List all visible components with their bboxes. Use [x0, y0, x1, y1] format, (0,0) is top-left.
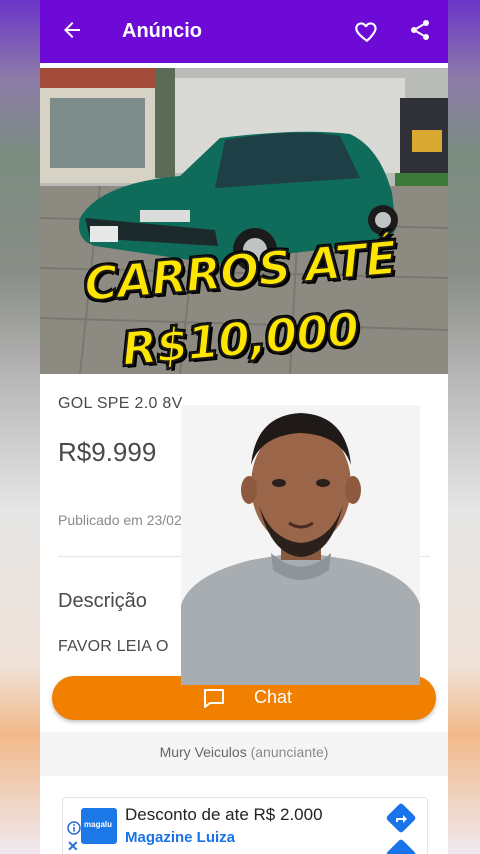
- ad-brand: Magazine Luiza: [125, 829, 236, 846]
- chat-bubble-icon: [204, 689, 224, 708]
- back-arrow-icon[interactable]: [60, 18, 84, 42]
- page-title: Anúncio: [122, 20, 202, 42]
- close-icon[interactable]: ✕: [67, 838, 79, 854]
- description-heading: Descrição: [58, 590, 147, 612]
- info-icon[interactable]: [67, 821, 81, 835]
- ad-headline: Desconto de ate R$ 2.000: [125, 805, 323, 824]
- listing-price: R$9.999: [58, 437, 157, 467]
- directions-icon[interactable]: [385, 802, 417, 834]
- share-icon[interactable]: [408, 18, 432, 42]
- directions-icon: [386, 839, 416, 854]
- listing-title: GOL SPE 2.0 8V: [58, 395, 183, 412]
- heart-icon[interactable]: [354, 18, 380, 44]
- ad-banner[interactable]: ✕ magalu Desconto de ate R$ 2.000 Magazi…: [62, 797, 428, 854]
- seller-info[interactable]: Mury Veiculos (anunciante): [40, 744, 448, 760]
- seller-name: Mury Veiculos: [159, 744, 247, 760]
- magalu-logo: magalu: [81, 808, 117, 844]
- app-bar: Anúncio: [40, 0, 448, 63]
- description-text: FAVOR LEIA O: [58, 638, 169, 655]
- chat-button-label: Chat: [254, 687, 293, 707]
- presenter-video: [181, 405, 420, 685]
- seller-role: (anunciante): [250, 744, 329, 760]
